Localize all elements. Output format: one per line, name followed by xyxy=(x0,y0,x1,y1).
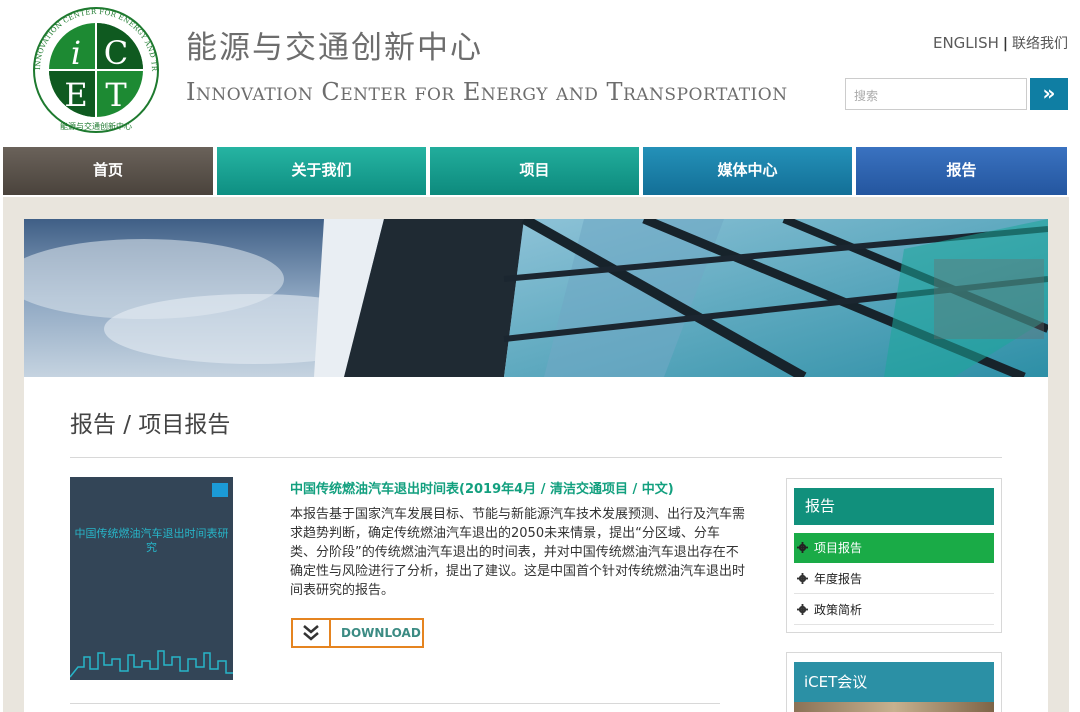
cover-tag xyxy=(212,483,228,497)
double-chevron-right-icon: » xyxy=(1042,81,1056,105)
search-input[interactable]: 搜索 xyxy=(845,78,1027,110)
search-button[interactable]: » xyxy=(1030,78,1068,110)
gear-icon xyxy=(797,604,808,615)
download-button[interactable]: DOWNLOAD xyxy=(291,618,424,648)
nav-item-home[interactable]: 首页 xyxy=(3,147,213,195)
nav-item-reports[interactable]: 报告 xyxy=(856,147,1067,195)
cover-title: 中国传统燃油汽车退出时间表研究 xyxy=(74,527,229,554)
svg-text:E: E xyxy=(64,76,87,114)
sidebar-item-label: 政策简析 xyxy=(814,603,863,617)
english-link[interactable]: ENGLISH xyxy=(933,34,999,52)
gear-icon xyxy=(797,542,808,553)
main-nav: 首页 关于我们 项目 媒体中心 报告 xyxy=(3,147,1069,195)
site-title-en: Innovation Center for Energy and Transpo… xyxy=(186,78,788,106)
icet-logo[interactable]: i C E T INNOVATION CENTER FOR ENERGY AND… xyxy=(30,6,162,134)
banner-image xyxy=(24,219,1048,377)
svg-text:i: i xyxy=(71,34,81,72)
download-label: DOWNLOAD xyxy=(341,626,421,640)
sidebar-item-project-reports[interactable]: 项目报告 xyxy=(794,533,994,563)
page-title: 报告 / 项目报告 xyxy=(70,412,231,438)
nav-item-media[interactable]: 媒体中心 xyxy=(643,147,852,195)
sidebar-item-annual-reports[interactable]: 年度报告 xyxy=(794,564,994,594)
sidebar-item-label: 项目报告 xyxy=(814,541,863,555)
meetings-image xyxy=(794,702,994,712)
nav-item-about[interactable]: 关于我们 xyxy=(217,147,426,195)
divider xyxy=(70,457,1002,458)
report-title-link[interactable]: 中国传统燃油汽车退出时间表(2019年4月 / 清洁交通项目 / 中文) xyxy=(290,478,674,497)
site-title-cn: 能源与交通创新中心 xyxy=(186,30,483,66)
divider: | xyxy=(1002,36,1008,52)
sidebar-heading-meetings: iCET会议 xyxy=(794,662,994,702)
sidebar-item-policy-briefs[interactable]: 政策简析 xyxy=(794,595,994,625)
city-skyline-icon xyxy=(70,650,233,678)
top-links: ENGLISH | 联络我们 xyxy=(933,33,1068,53)
report-description: 本报告基于国家汽车发展目标、节能与新能源汽车技术发展预测、出行及汽车需求趋势判断… xyxy=(290,507,746,598)
contact-link[interactable]: 联络我们 xyxy=(1012,36,1068,52)
report-cover[interactable]: 中国传统燃油汽车退出时间表研究 xyxy=(70,477,233,680)
svg-text:C: C xyxy=(104,34,128,72)
svg-text:T: T xyxy=(105,76,127,114)
divider xyxy=(70,703,720,704)
sidebar-item-label: 年度报告 xyxy=(814,572,863,586)
nav-item-projects[interactable]: 项目 xyxy=(430,147,639,195)
double-chevron-down-icon xyxy=(293,620,331,646)
gear-icon xyxy=(797,573,808,584)
svg-text:能源与交通创新中心: 能源与交通创新中心 xyxy=(60,121,132,131)
sidebar-heading: 报告 xyxy=(794,488,994,525)
